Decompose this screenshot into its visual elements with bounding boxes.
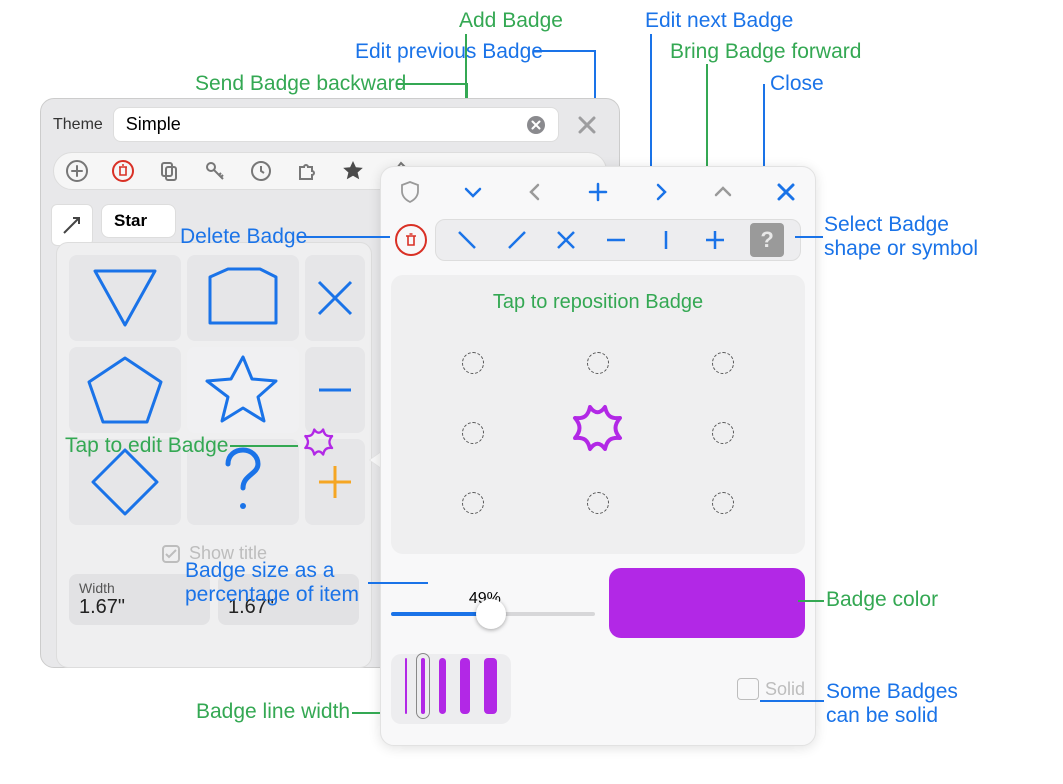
position-grid-title: Tap to reposition Badge — [411, 291, 785, 314]
connector — [230, 445, 298, 447]
sym-vbar[interactable] — [651, 225, 681, 255]
connector — [368, 582, 428, 584]
shape-pentagon[interactable] — [69, 347, 181, 433]
lw-option-3[interactable] — [439, 658, 446, 714]
theme-field[interactable]: Simple — [113, 107, 559, 142]
shape-triangle-down[interactable] — [69, 255, 181, 341]
line-width-picker[interactable] — [391, 654, 511, 724]
add-icon[interactable] — [64, 158, 90, 184]
pos-center-badge[interactable] — [566, 401, 630, 465]
shapes-grid — [57, 243, 371, 537]
mini-badge-icon — [300, 426, 338, 464]
clear-theme-icon[interactable] — [526, 115, 546, 135]
anno-badge-color: Badge color — [826, 588, 938, 612]
solid-label: Solid — [765, 679, 805, 700]
theme-row: Theme Simple — [41, 99, 619, 150]
connector — [795, 236, 823, 238]
theme-value: Simple — [126, 114, 181, 135]
anno-send-backward: Send Badge backward — [195, 72, 406, 96]
arrow-chip[interactable] — [51, 204, 93, 246]
slider-thumb[interactable] — [476, 599, 506, 629]
slider-track — [391, 612, 595, 616]
pos-bc[interactable] — [587, 492, 609, 514]
sym-backslash[interactable] — [452, 225, 482, 255]
shape-star[interactable] — [187, 347, 299, 433]
edit-next-button[interactable] — [646, 177, 676, 207]
star-tab-icon[interactable] — [340, 158, 366, 184]
theme-label: Theme — [53, 116, 103, 134]
solid-checkbox[interactable] — [737, 678, 759, 700]
shape-x[interactable] — [305, 255, 365, 341]
anno-select-shape: Select Badge shape or symbol — [824, 213, 1044, 261]
anno-tap-edit: Tap to edit Badge — [65, 434, 228, 458]
anno-close: Close — [770, 72, 824, 96]
lw-option-5[interactable] — [484, 658, 497, 714]
connector — [760, 700, 824, 702]
anno-edit-next: Edit next Badge — [645, 9, 793, 33]
sym-plus[interactable] — [700, 225, 730, 255]
popover-toolbar — [391, 175, 805, 215]
trash-icon[interactable] — [110, 158, 136, 184]
connector — [298, 236, 390, 238]
connector — [650, 34, 652, 184]
position-grid — [411, 328, 785, 538]
anno-edit-prev: Edit previous Badge — [355, 40, 543, 64]
width-label: Width — [79, 580, 200, 596]
anno-size-pct: Badge size as a percentage of item — [185, 559, 385, 607]
pos-ml[interactable] — [462, 422, 484, 444]
close-panel-icon[interactable] — [567, 109, 607, 141]
lw-option-1[interactable] — [405, 658, 407, 714]
bottom-row: Solid — [391, 654, 805, 724]
delete-badge-button[interactable] — [395, 224, 427, 256]
shape-folder[interactable] — [187, 255, 299, 341]
badge-editor-popover: ? Tap to reposition Badge 49% — [380, 166, 816, 746]
lw-option-2[interactable] — [421, 658, 425, 714]
badge-color-swatch[interactable] — [609, 568, 805, 638]
shield-icon[interactable] — [395, 177, 425, 207]
clock-icon[interactable] — [248, 158, 274, 184]
pos-mr[interactable] — [712, 422, 734, 444]
close-button[interactable] — [771, 177, 801, 207]
pos-tr[interactable] — [712, 352, 734, 374]
edit-prev-button[interactable] — [520, 177, 550, 207]
sym-hdash[interactable] — [601, 225, 631, 255]
lw-option-4[interactable] — [460, 658, 470, 714]
connector — [396, 83, 466, 85]
size-row: 49% — [391, 568, 805, 638]
anno-bring-forward: Bring Badge forward — [670, 40, 861, 64]
symbol-strip: ? — [435, 219, 801, 261]
shape-minus[interactable] — [305, 347, 365, 433]
anno-line-width: Badge line width — [196, 700, 350, 724]
position-grid-section: Tap to reposition Badge — [391, 275, 805, 554]
sym-more-button[interactable]: ? — [750, 223, 784, 257]
puzzle-icon[interactable] — [294, 158, 320, 184]
pos-br[interactable] — [712, 492, 734, 514]
sym-x[interactable] — [551, 225, 581, 255]
star-tab[interactable]: Star — [101, 204, 176, 238]
key-icon[interactable] — [202, 158, 228, 184]
symbol-row: ? — [391, 215, 805, 265]
pos-tl[interactable] — [462, 352, 484, 374]
connector — [352, 712, 380, 714]
star-tab-label: Star — [114, 211, 147, 230]
anno-add-badge: Add Badge — [459, 9, 563, 33]
pos-bl[interactable] — [462, 492, 484, 514]
add-badge-button[interactable] — [583, 177, 613, 207]
size-slider[interactable]: 49% — [391, 590, 595, 616]
send-backward-button[interactable] — [458, 177, 488, 207]
width-value: 1.67" — [79, 596, 200, 619]
copy-icon[interactable] — [156, 158, 182, 184]
connector — [534, 50, 594, 52]
connector — [798, 600, 824, 602]
pos-tc[interactable] — [587, 352, 609, 374]
bring-forward-button[interactable] — [708, 177, 738, 207]
anno-delete-badge: Delete Badge — [180, 225, 307, 249]
anno-solid: Some Badges can be solid — [826, 680, 1026, 728]
solid-toggle[interactable]: Solid — [737, 678, 805, 700]
sym-slash[interactable] — [502, 225, 532, 255]
